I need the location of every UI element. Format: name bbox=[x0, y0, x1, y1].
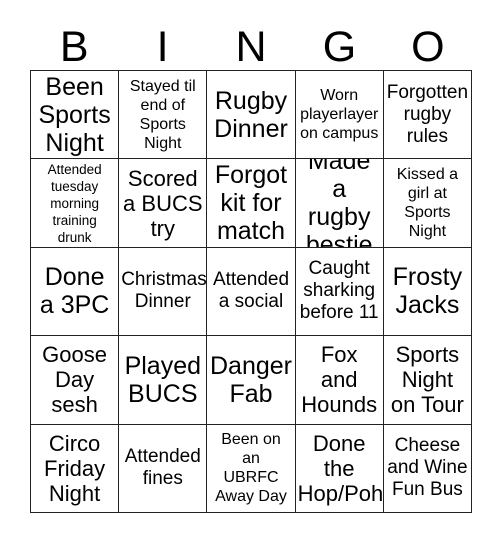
bingo-cell-r2c3[interactable]: Forgot kit for match bbox=[207, 159, 296, 248]
bingo-cell-label: Christmas Dinner bbox=[121, 269, 207, 313]
bingo-cell-r4c2[interactable]: Played BUCS bbox=[119, 336, 208, 425]
bingo-cell-r4c4[interactable]: Fox and Hounds bbox=[295, 336, 384, 425]
bingo-cell-r1c4[interactable]: Worn playerlayer on campus bbox=[295, 71, 384, 160]
bingo-cell-label: Forgotten rugby rules bbox=[386, 81, 469, 147]
bingo-cell-r1c3[interactable]: Rugby Dinner bbox=[207, 71, 296, 160]
bingo-cell-label: Scored a BUCS try bbox=[123, 165, 203, 241]
bingo-header-letter-n: N bbox=[235, 23, 267, 71]
bingo-cell-r5c2[interactable]: Attended fines bbox=[119, 424, 208, 513]
bingo-cell-label: Cheese and Wine Fun Bus bbox=[387, 435, 468, 501]
bingo-cell-r5c4[interactable]: Done the Hop/Poh bbox=[295, 424, 384, 513]
bingo-cell-r5c5[interactable]: Cheese and Wine Fun Bus bbox=[383, 424, 472, 513]
bingo-cell-r1c1[interactable]: Been Sports Night bbox=[31, 71, 120, 160]
bingo-cell-label: Done a 3PC bbox=[39, 263, 110, 320]
bingo-card: B I N G O Been Sports Night Stayed til en… bbox=[0, 0, 500, 544]
bingo-cell-label: Done the Hop/Poh bbox=[297, 430, 384, 506]
bingo-cell-r4c3[interactable]: Danger Fab bbox=[207, 336, 296, 425]
bingo-cell-label: Circo Friday Night bbox=[44, 430, 106, 506]
bingo-cell-label: Goose Day sesh bbox=[42, 342, 107, 418]
bingo-cell-r2c2[interactable]: Scored a BUCS try bbox=[119, 159, 208, 248]
bingo-cell-label: Worn playerlayer on campus bbox=[300, 87, 379, 143]
bingo-cell-label: Attended fines bbox=[124, 446, 201, 490]
bingo-header-letter-o: O bbox=[411, 23, 445, 71]
bingo-cell-label: Caught sharking before 11 bbox=[299, 258, 379, 324]
bingo-cell-r2c1[interactable]: Attended tuesday morning training drunk bbox=[31, 159, 120, 248]
bingo-cell-r2c4[interactable]: Made a rugby bestie bbox=[295, 159, 384, 248]
bingo-cell-r4c1[interactable]: Goose Day sesh bbox=[31, 336, 120, 425]
bingo-cell-label: Been on an UBRFC Away Day bbox=[215, 431, 287, 506]
bingo-cell-label: Played BUCS bbox=[124, 351, 202, 408]
bingo-cell-r5c3[interactable]: Been on an UBRFC Away Day bbox=[207, 424, 296, 513]
bingo-cell-r1c2[interactable]: Stayed til end of Sports Night bbox=[119, 71, 208, 160]
bingo-header-letter-i: I bbox=[156, 23, 169, 71]
bingo-cell-label: Attended tuesday morning training drunk bbox=[47, 161, 102, 245]
bingo-cell-r3c3[interactable]: Attended a social bbox=[207, 247, 296, 337]
bingo-cell-r3c2[interactable]: Christmas Dinner bbox=[119, 247, 208, 337]
bingo-cell-r1c5[interactable]: Forgotten rugby rules bbox=[383, 71, 472, 160]
bingo-cell-r3c5[interactable]: Frosty Jacks bbox=[383, 247, 472, 337]
bingo-cell-r2c5[interactable]: Kissed a girl at Sports Night bbox=[383, 159, 472, 248]
bingo-cell-label: Fox and Hounds bbox=[301, 342, 378, 418]
bingo-cell-r3c4[interactable]: Caught sharking before 11 bbox=[295, 247, 384, 337]
bingo-cell-label: Made a rugby bestie bbox=[305, 159, 373, 248]
bingo-header-letter-g: G bbox=[322, 23, 357, 71]
bingo-cell-r5c1[interactable]: Circo Friday Night bbox=[31, 424, 120, 513]
bingo-cell-label: Rugby Dinner bbox=[214, 86, 288, 143]
bingo-cell-r3c1[interactable]: Done a 3PC bbox=[31, 247, 120, 337]
bingo-cell-r4c5[interactable]: Sports Night on Tour bbox=[383, 336, 472, 425]
bingo-cell-label: Been Sports Night bbox=[38, 72, 111, 157]
bingo-cell-label: Forgot kit for match bbox=[214, 161, 288, 246]
bingo-cell-label: Stayed til end of Sports Night bbox=[129, 77, 196, 152]
bingo-grid: Been Sports Night Stayed til end of Sport… bbox=[30, 70, 472, 513]
bingo-cell-label: Danger Fab bbox=[209, 351, 292, 408]
bingo-header-row: B I N G O bbox=[30, 14, 472, 70]
bingo-cell-label: Kissed a girl at Sports Night bbox=[396, 166, 459, 241]
bingo-header-letter-b: B bbox=[59, 23, 89, 71]
bingo-cell-label: Frosty Jacks bbox=[392, 263, 463, 320]
bingo-cell-label: Sports Night on Tour bbox=[390, 342, 464, 418]
bingo-cell-label: Attended a social bbox=[212, 269, 290, 313]
